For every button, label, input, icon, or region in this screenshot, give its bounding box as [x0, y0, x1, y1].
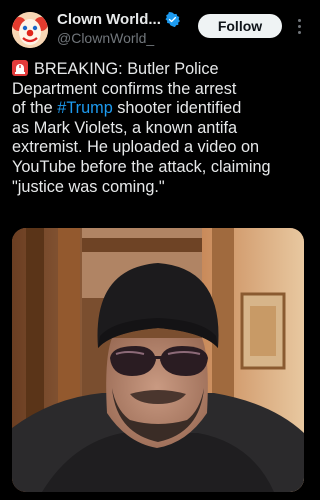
verified-badge-icon [165, 12, 180, 27]
post-text-line: extremist. He uploaded a video on [12, 138, 304, 158]
post-text-line: "justice was coming." [12, 178, 304, 198]
post-text-line: BREAKING: Butler Police [12, 60, 304, 80]
post-text-line: of the #Trump shooter identified [12, 99, 304, 119]
post-text-segment: shooter identified [112, 99, 242, 118]
post-text-line: YouTube before the attack, claiming [12, 158, 304, 178]
post-text-segment: "justice was coming." [12, 177, 165, 196]
photo-man-in-beanie [12, 228, 304, 492]
clown-avatar-icon[interactable] [12, 12, 48, 48]
hashtag-link[interactable]: #Trump [57, 99, 113, 117]
post-text-segment: of the [12, 99, 58, 118]
author-name-row[interactable]: Clown World... [57, 11, 180, 28]
author-handle[interactable]: @ClownWorld_ [57, 30, 154, 46]
post-text-segment: extremist. He uploaded a video on [12, 138, 260, 157]
post-text-segment: YouTube before the attack, claiming [12, 157, 271, 176]
siren-icon [12, 60, 28, 76]
post-text-line: Department confirms the arrest [12, 80, 304, 100]
post-header: Clown World... @ClownWorld_ Follow [0, 0, 314, 52]
more-options-icon[interactable] [292, 16, 306, 36]
post-text-segment: Department confirms the arrest [12, 79, 237, 98]
post-text: BREAKING: Butler Police Department confi… [12, 60, 304, 197]
post-text-line: as Mark Violets, a known antifa [12, 119, 304, 139]
author-display-name[interactable]: Clown World... [57, 11, 161, 28]
post-text-segment: as Mark Violets, a known antifa [12, 118, 238, 137]
follow-button[interactable]: Follow [198, 14, 282, 38]
post-text-segment: BREAKING: Butler Police [34, 60, 219, 78]
post-media-photo[interactable] [12, 228, 304, 492]
